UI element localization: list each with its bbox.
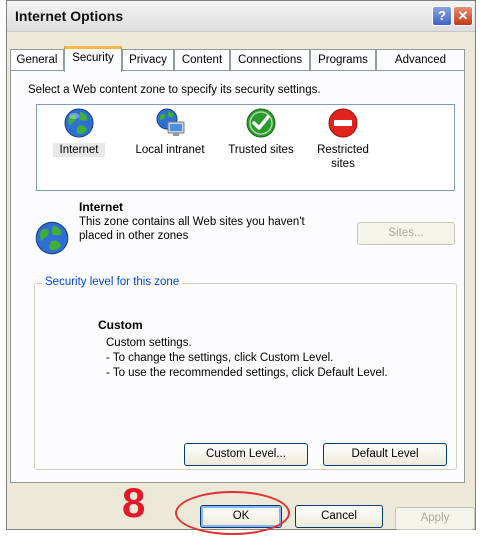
help-button[interactable]: ? — [432, 6, 452, 26]
close-button[interactable]: ✕ — [453, 6, 473, 26]
highlight-ellipse — [175, 491, 290, 535]
internet-zone-icon — [34, 220, 70, 259]
security-level-description: Custom settings. - To change the setting… — [106, 336, 388, 381]
default-level-button[interactable]: Default Level — [323, 443, 447, 466]
step-number-annotation: 8 — [122, 479, 146, 526]
zone-info-title: Internet — [79, 200, 124, 214]
tab-content[interactable]: Content — [174, 49, 230, 71]
tab-bar: General Security Privacy Content Connect… — [10, 46, 465, 72]
zone-info-description: This zone contains all Web sites you hav… — [79, 216, 305, 242]
zone-restricted-sites[interactable]: Restricted sites — [313, 107, 373, 171]
tab-privacy[interactable]: Privacy — [122, 49, 174, 71]
level-desc-line: - To change the settings, click Custom L… — [106, 352, 334, 364]
globe-icon — [35, 221, 69, 255]
apply-button[interactable]: Apply — [395, 507, 475, 530]
zone-trusted-sites[interactable]: Trusted sites — [223, 107, 299, 157]
tab-security[interactable]: Security — [64, 46, 122, 72]
zone-label: Trusted sites — [228, 144, 294, 156]
tab-connections[interactable]: Connections — [230, 49, 310, 71]
zone-label: Internet — [53, 143, 105, 157]
custom-level-button[interactable]: Custom Level... — [184, 443, 308, 466]
level-desc-line: Custom settings. — [106, 337, 192, 349]
tab-general[interactable]: General — [10, 49, 64, 71]
zone-list: Internet Local intranet Trusted sites Re… — [36, 104, 455, 191]
zone-local-intranet[interactable]: Local intranet — [127, 107, 213, 157]
level-desc-line: - To use the recommended settings, click… — [106, 367, 388, 379]
security-level-legend: Security level for this zone — [42, 276, 183, 288]
dialog-title: Internet Options — [15, 8, 124, 24]
title-bar[interactable]: Internet Options ? ✕ — [7, 1, 475, 32]
cancel-button[interactable]: Cancel — [295, 505, 383, 528]
tab-programs[interactable]: Programs — [310, 49, 376, 71]
network-globe-icon — [156, 108, 185, 136]
zone-instruction-text: Select a Web content zone to specify its… — [28, 84, 321, 96]
security-level-title: Custom — [98, 318, 143, 332]
globe-icon — [64, 108, 94, 138]
checkmark-icon — [246, 108, 276, 138]
zone-label: Restricted sites — [317, 144, 369, 170]
zone-label: Local intranet — [135, 144, 205, 156]
tab-advanced[interactable]: Advanced — [376, 49, 465, 71]
zone-internet[interactable]: Internet — [53, 107, 105, 157]
no-entry-icon — [328, 108, 358, 138]
sites-button[interactable]: Sites... — [357, 222, 455, 245]
